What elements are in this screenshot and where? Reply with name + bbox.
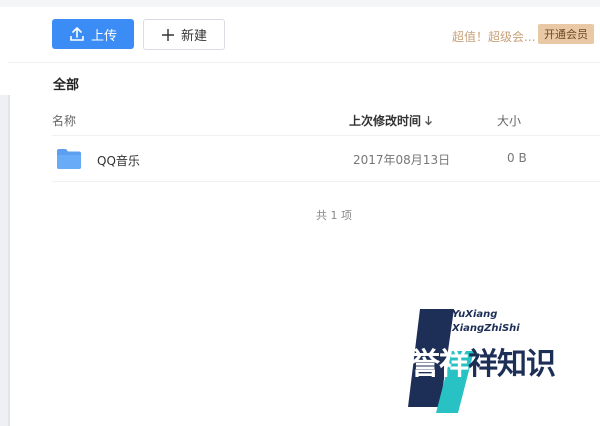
column-header-size[interactable]: 大小 <box>497 112 521 129</box>
row-divider <box>52 181 600 182</box>
left-edge <box>8 95 10 426</box>
left-rail <box>0 95 8 426</box>
column-header-modified-label: 上次修改时间 <box>349 114 422 128</box>
watermark-brand-a: 誉祥 <box>410 347 469 382</box>
plus-icon <box>161 28 174 41</box>
breadcrumb[interactable]: 全部 <box>53 74 79 93</box>
column-header-modified[interactable]: 上次修改时间 <box>349 112 433 129</box>
item-count: 共 1 项 <box>316 209 352 222</box>
promo-text[interactable]: 超值！超级会... <box>452 28 535 45</box>
top-strip <box>0 0 600 7</box>
vip-button[interactable]: 开通会员 <box>538 24 594 44</box>
watermark-line2: XiangZhiShi <box>452 323 520 334</box>
new-button[interactable]: 新建 <box>143 19 225 50</box>
folder-icon <box>57 149 81 169</box>
sort-down-icon <box>425 116 432 126</box>
upload-label: 上传 <box>90 28 117 44</box>
watermark-line1: YuXiang <box>452 309 498 320</box>
upload-icon <box>70 27 84 41</box>
watermark-brand: 誉祥祥知识 <box>410 339 556 383</box>
file-modified: 2017年08月13日 <box>353 153 451 167</box>
header-divider <box>52 135 600 136</box>
file-size: 0 B <box>507 151 527 165</box>
toolbar-divider <box>8 62 600 63</box>
new-label: 新建 <box>180 29 207 44</box>
column-header-name[interactable]: 名称 <box>52 112 76 129</box>
upload-button[interactable]: 上传 <box>52 19 134 49</box>
table-row[interactable]: QQ音乐 2017年08月13日 0 B <box>52 138 600 180</box>
file-name[interactable]: QQ音乐 <box>97 152 140 169</box>
watermark-brand-b: 祥知识 <box>468 347 556 382</box>
